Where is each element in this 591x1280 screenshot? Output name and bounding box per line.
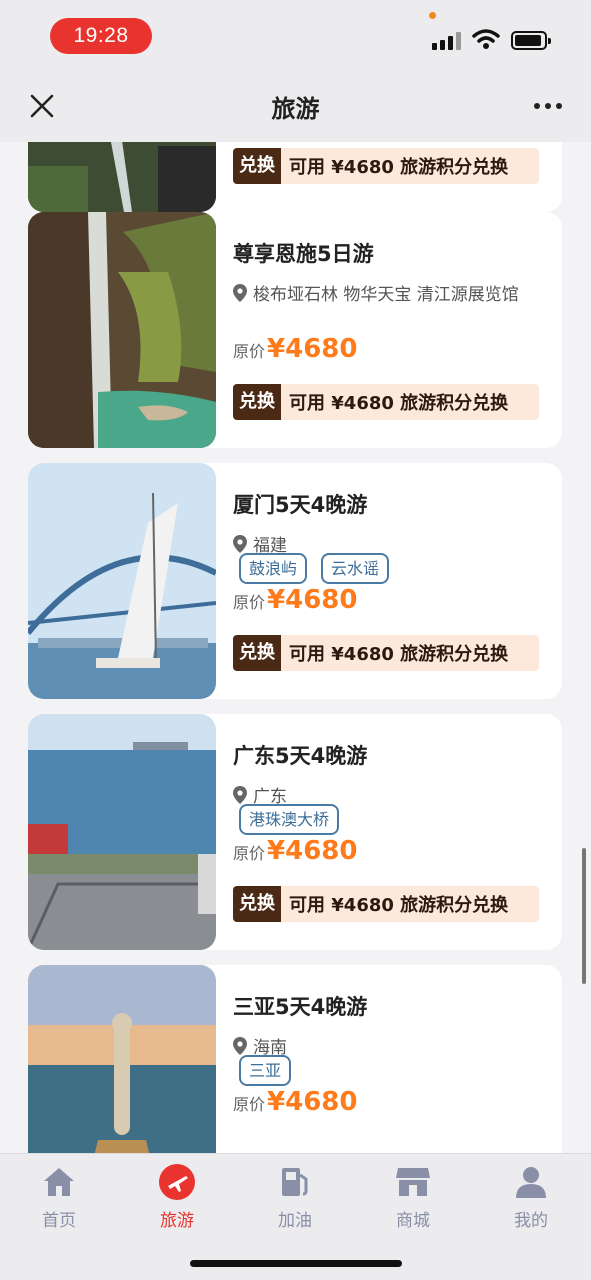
redeem-banner[interactable]: 兑换 可用 ¥4680 旅游积分兑换 [233, 148, 539, 184]
location-pin-icon [233, 1036, 247, 1055]
tour-image [28, 142, 216, 212]
tab-label: 加油 [278, 1211, 312, 1231]
redeem-text: 可用 ¥4680 旅游积分兑换 [289, 644, 509, 665]
status-bar: 19:28 [0, 0, 591, 70]
scrollbar-thumb[interactable] [582, 848, 586, 984]
status-time: 19:28 [50, 18, 152, 54]
more-icon[interactable] [531, 90, 565, 122]
original-price-label: 原价 [233, 342, 266, 361]
original-price-value: ¥4680 [267, 1087, 358, 1117]
store-icon [395, 1164, 431, 1200]
tour-location-text: 梭布垭石林 物华天宝 清江源展览馆 [253, 285, 519, 305]
page-title: 旅游 [271, 94, 320, 123]
tour-image [28, 965, 216, 1153]
tour-card[interactable]: 厦门5天4晚游 福建 鼓浪屿 云水谣 原价 ¥4680 兑换 可用 ¥4680 … [28, 463, 562, 699]
tour-title: 三亚5天4晚游 [233, 995, 368, 1019]
redeem-text: 可用 ¥4680 旅游积分兑换 [289, 895, 509, 916]
redeem-text: 可用 ¥4680 旅游积分兑换 [289, 157, 509, 178]
tab-label: 旅游 [160, 1211, 194, 1231]
original-price-value: ¥4680 [267, 585, 358, 615]
cellular-signal-icon [432, 32, 462, 50]
tour-price: 原价 ¥4680 [233, 585, 357, 615]
tab-travel[interactable]: 旅游 [118, 1154, 236, 1244]
battery-icon [511, 31, 551, 50]
redeem-banner[interactable]: 兑换 可用 ¥4680 旅游积分兑换 [233, 886, 539, 922]
tour-tag[interactable]: 云水谣 [321, 553, 390, 584]
tour-tag[interactable]: 三亚 [239, 1055, 292, 1086]
tab-label: 商城 [396, 1211, 430, 1231]
tour-image [28, 714, 216, 950]
home-icon [41, 1164, 77, 1200]
tour-title: 尊享恩施5日游 [233, 242, 374, 266]
original-price-label: 原价 [233, 1095, 266, 1114]
tab-store[interactable]: 商城 [354, 1154, 472, 1244]
tab-home[interactable]: 首页 [0, 1154, 118, 1244]
location-pin-icon [233, 785, 247, 804]
redeem-button[interactable]: 兑换 [233, 384, 281, 420]
original-price-value: ¥4680 [267, 334, 358, 364]
original-price-label: 原价 [233, 593, 266, 612]
tour-tags: 鼓浪屿 云水谣 [239, 553, 390, 584]
original-price-label: 原价 [233, 844, 266, 863]
location-pin-icon [233, 283, 247, 302]
user-icon [513, 1164, 549, 1200]
tour-price: 原价 ¥4680 [233, 1087, 357, 1117]
tour-title: 厦门5天4晚游 [233, 493, 368, 517]
location-pin-icon [233, 534, 247, 553]
wifi-icon [472, 29, 500, 49]
redeem-button[interactable]: 兑换 [233, 148, 281, 184]
tab-fuel[interactable]: 加油 [236, 1154, 354, 1244]
tour-card[interactable]: 三亚5天4晚游 海南 三亚 原价 ¥4680 [28, 965, 562, 1153]
tour-price: 原价 ¥4680 [233, 836, 357, 866]
fuel-icon [277, 1164, 313, 1200]
tour-tag[interactable]: 港珠澳大桥 [239, 804, 340, 835]
tab-label: 首页 [42, 1211, 76, 1231]
redeem-banner[interactable]: 兑换 可用 ¥4680 旅游积分兑换 [233, 384, 539, 420]
redeem-button[interactable]: 兑换 [233, 635, 281, 671]
privacy-indicator-dot [429, 12, 436, 19]
plane-icon [159, 1164, 195, 1200]
tab-label: 我的 [514, 1211, 548, 1231]
tour-card[interactable]: 广东5天4晚游 广东 港珠澳大桥 原价 ¥4680 兑换 可用 ¥4680 旅游… [28, 714, 562, 950]
tour-image [28, 463, 216, 699]
tour-card[interactable]: 兑换 可用 ¥4680 旅游积分兑换 [28, 142, 562, 212]
tour-tags: 三亚 [239, 1055, 292, 1086]
redeem-button[interactable]: 兑换 [233, 886, 281, 922]
tour-card[interactable]: 尊享恩施5日游 梭布垭石林 物华天宝 清江源展览馆 原价 ¥4680 兑换 可用… [28, 212, 562, 448]
close-icon[interactable] [26, 90, 58, 122]
tour-list[interactable]: 兑换 可用 ¥4680 旅游积分兑换 尊享恩施5日游 梭布垭石林 物华天宝 清江… [0, 142, 591, 1153]
tour-tag[interactable]: 鼓浪屿 [239, 553, 308, 584]
tour-image [28, 212, 216, 448]
original-price-value: ¥4680 [267, 836, 358, 866]
navigation-bar: 旅游 [0, 70, 591, 142]
tour-title: 广东5天4晚游 [233, 744, 368, 768]
home-indicator[interactable] [190, 1260, 402, 1267]
tab-profile[interactable]: 我的 [472, 1154, 590, 1244]
tour-tags: 港珠澳大桥 [239, 804, 340, 835]
tour-location: 梭布垭石林 物华天宝 清江源展览馆 [233, 280, 519, 305]
redeem-text: 可用 ¥4680 旅游积分兑换 [289, 393, 509, 414]
redeem-banner[interactable]: 兑换 可用 ¥4680 旅游积分兑换 [233, 635, 539, 671]
tour-price: 原价 ¥4680 [233, 334, 357, 364]
